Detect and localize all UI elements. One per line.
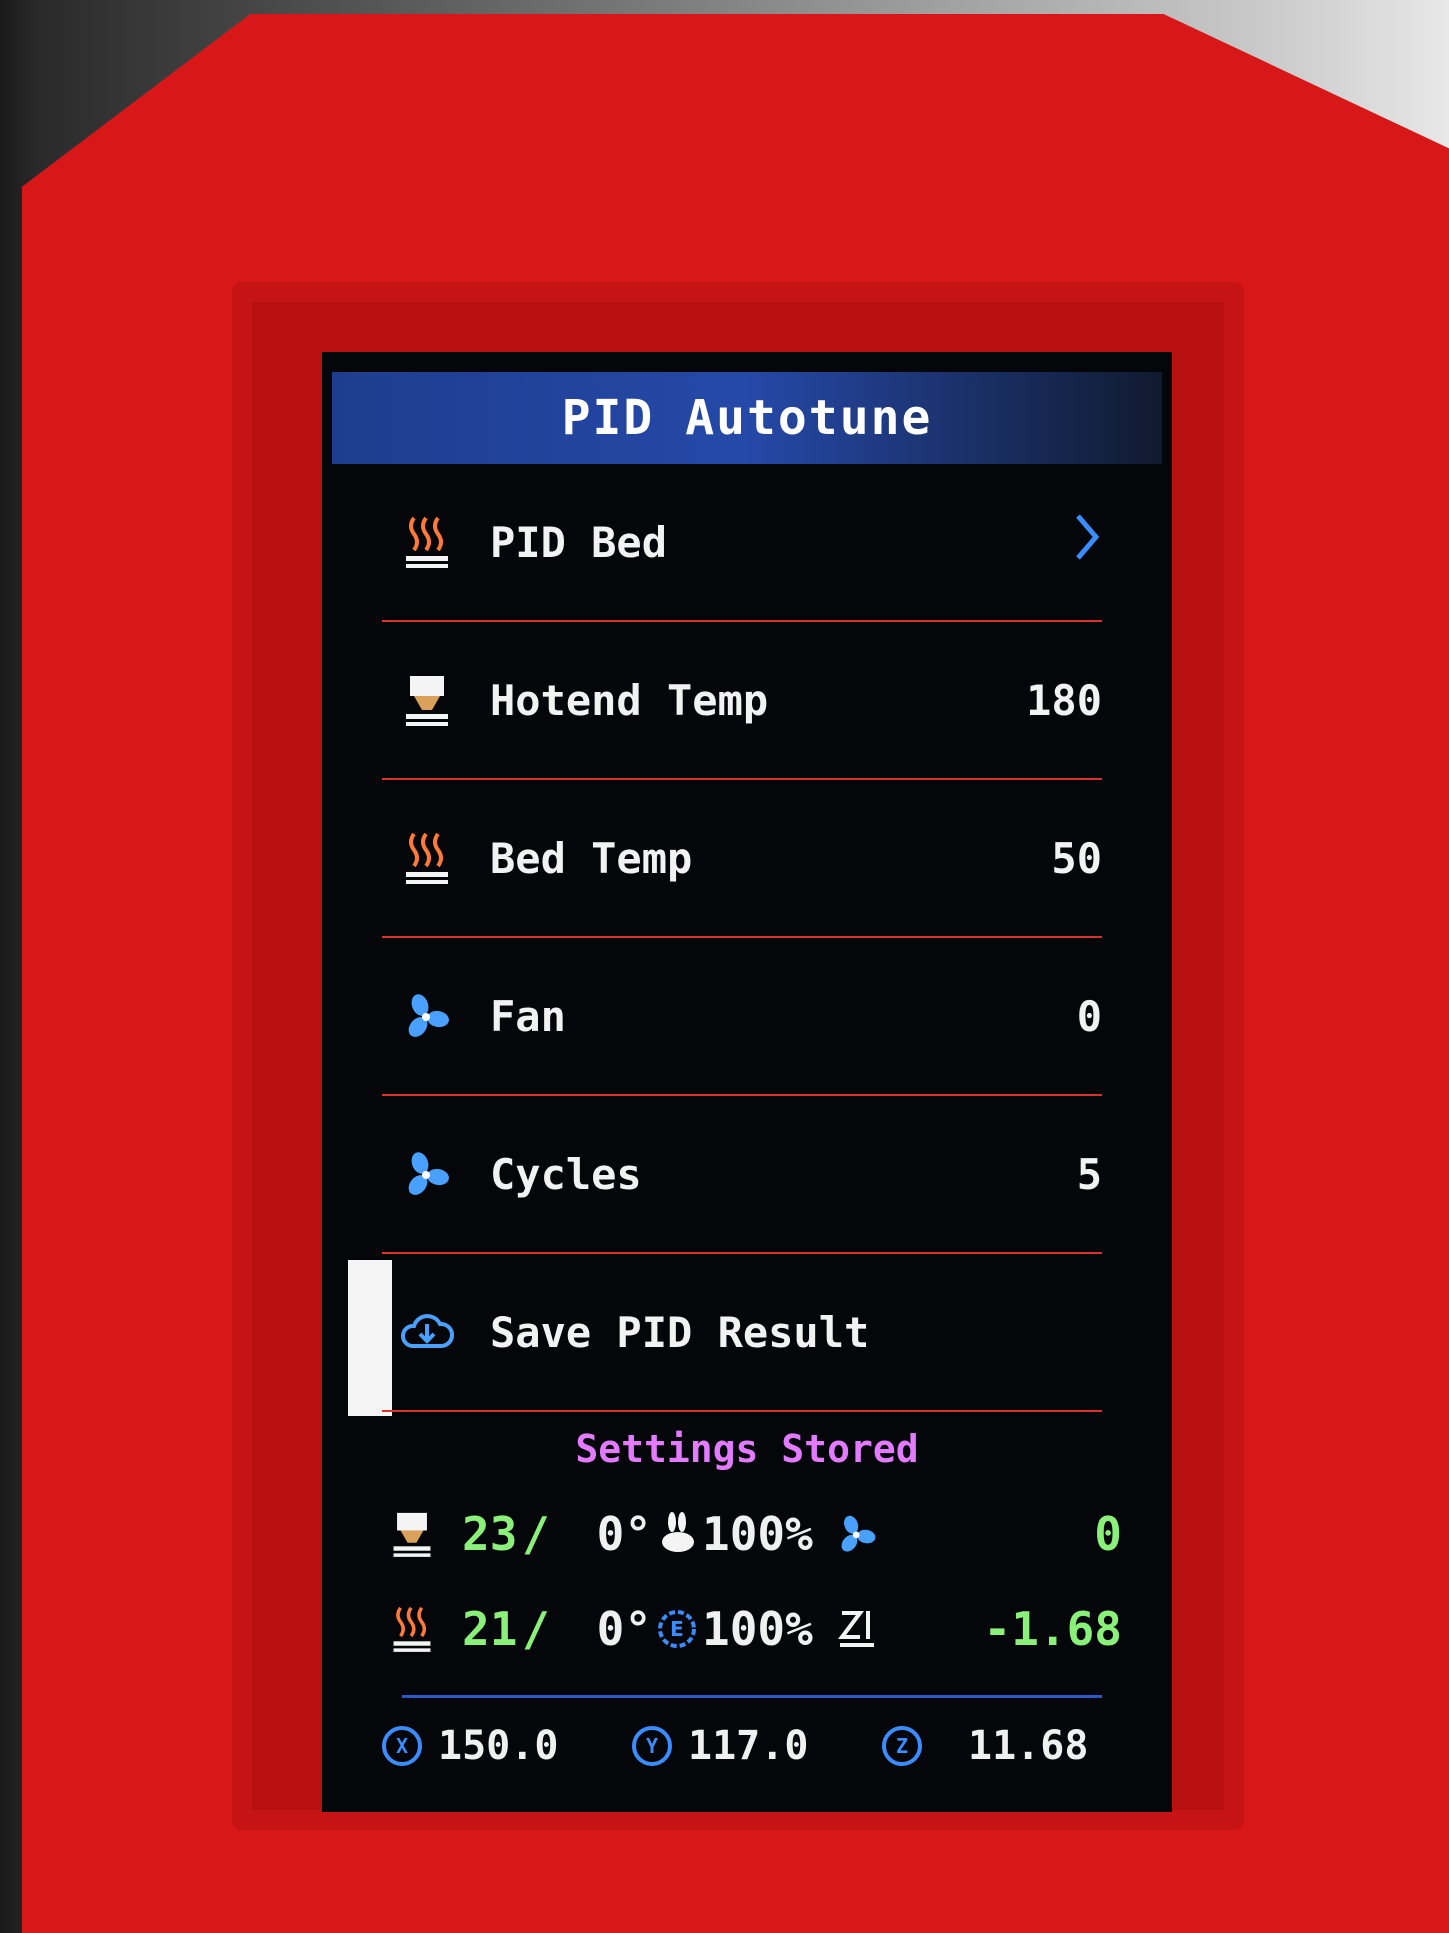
lcd-screen: PID Autotune PID Bed Hotend Temp 180 Bed… <box>322 352 1172 1812</box>
status-message: Settings Stored <box>575 1427 919 1471</box>
menu-item-value: 5 <box>1076 1149 1102 1199</box>
chevron-right-icon <box>982 512 1102 572</box>
menu-item-label: Hotend Temp <box>490 675 769 725</box>
hotend-icon <box>382 1509 442 1559</box>
y-axis-icon: Y <box>632 1726 672 1766</box>
menu-item-label: Cycles <box>490 1149 642 1199</box>
menu-item-bed-temp[interactable]: Bed Temp 50 <box>382 780 1102 938</box>
fan-icon <box>382 1149 472 1199</box>
menu-item-value: 0 <box>1076 991 1102 1041</box>
menu-item-save-pid-result[interactable]: Save PID Result <box>382 1254 1102 1412</box>
axis-y: Y 117.0 <box>632 1723 882 1769</box>
heated-bed-icon <box>382 514 472 570</box>
z-offset-icon <box>832 1607 882 1651</box>
menu-item-value: 180 <box>1026 675 1102 725</box>
axis-z-value: 11.68 <box>968 1723 1089 1769</box>
axis-z: Z 11.68 <box>882 1723 1132 1769</box>
menu-item-cycles[interactable]: Cycles 5 <box>382 1096 1102 1254</box>
temp-slash: / <box>522 1507 550 1561</box>
svg-text:E: E <box>670 1617 684 1641</box>
flow-percent: 100% <box>702 1602 813 1656</box>
hotend-icon <box>382 672 472 728</box>
speed-percent: 100% <box>702 1507 813 1561</box>
z-axis-icon: Z <box>882 1726 922 1766</box>
status-row-bed: 21 / 0° E 100% -1.68 <box>382 1597 1142 1661</box>
axis-x: X 150.0 <box>382 1723 632 1769</box>
menu-item-label: Bed Temp <box>490 833 693 883</box>
menu-item-label: PID Bed <box>490 517 668 567</box>
title-bar: PID Autotune <box>332 372 1162 464</box>
menu-item-pid-bed[interactable]: PID Bed <box>382 464 1102 622</box>
save-cloud-icon <box>382 1310 472 1354</box>
axis-x-value: 150.0 <box>438 1723 559 1769</box>
fan-speed-value: 0 <box>1094 1507 1122 1561</box>
bed-target-temp: 0° <box>596 1602 652 1656</box>
fan-icon <box>382 991 472 1041</box>
bed-current-temp: 21 <box>462 1602 518 1656</box>
fan-icon <box>832 1513 882 1555</box>
x-axis-icon: X <box>382 1726 422 1766</box>
axis-position-row: X 150.0 Y 117.0 Z 11.68 <box>382 1714 1142 1778</box>
menu-item-hotend-temp[interactable]: Hotend Temp 180 <box>382 622 1102 780</box>
menu-item-label: Save PID Result <box>490 1307 870 1357</box>
menu-item-label: Fan <box>490 991 566 1041</box>
status-row-hotend: 23 / 0° 100% 0 <box>382 1502 1142 1566</box>
temp-slash: / <box>522 1602 550 1656</box>
extruder-flow-icon: E <box>652 1608 702 1650</box>
z-offset-value: -1.68 <box>983 1602 1122 1656</box>
page-title: PID Autotune <box>561 390 933 446</box>
menu-item-fan[interactable]: Fan 0 <box>382 938 1102 1096</box>
status-divider <box>402 1695 1102 1698</box>
axis-y-value: 117.0 <box>688 1723 809 1769</box>
hotend-current-temp: 23 <box>462 1507 518 1561</box>
heated-bed-icon <box>382 1604 442 1654</box>
rabbit-speed-icon <box>652 1512 702 1556</box>
menu-item-value: 50 <box>1051 833 1102 883</box>
heated-bed-icon <box>382 830 472 886</box>
hotend-target-temp: 0° <box>596 1507 652 1561</box>
